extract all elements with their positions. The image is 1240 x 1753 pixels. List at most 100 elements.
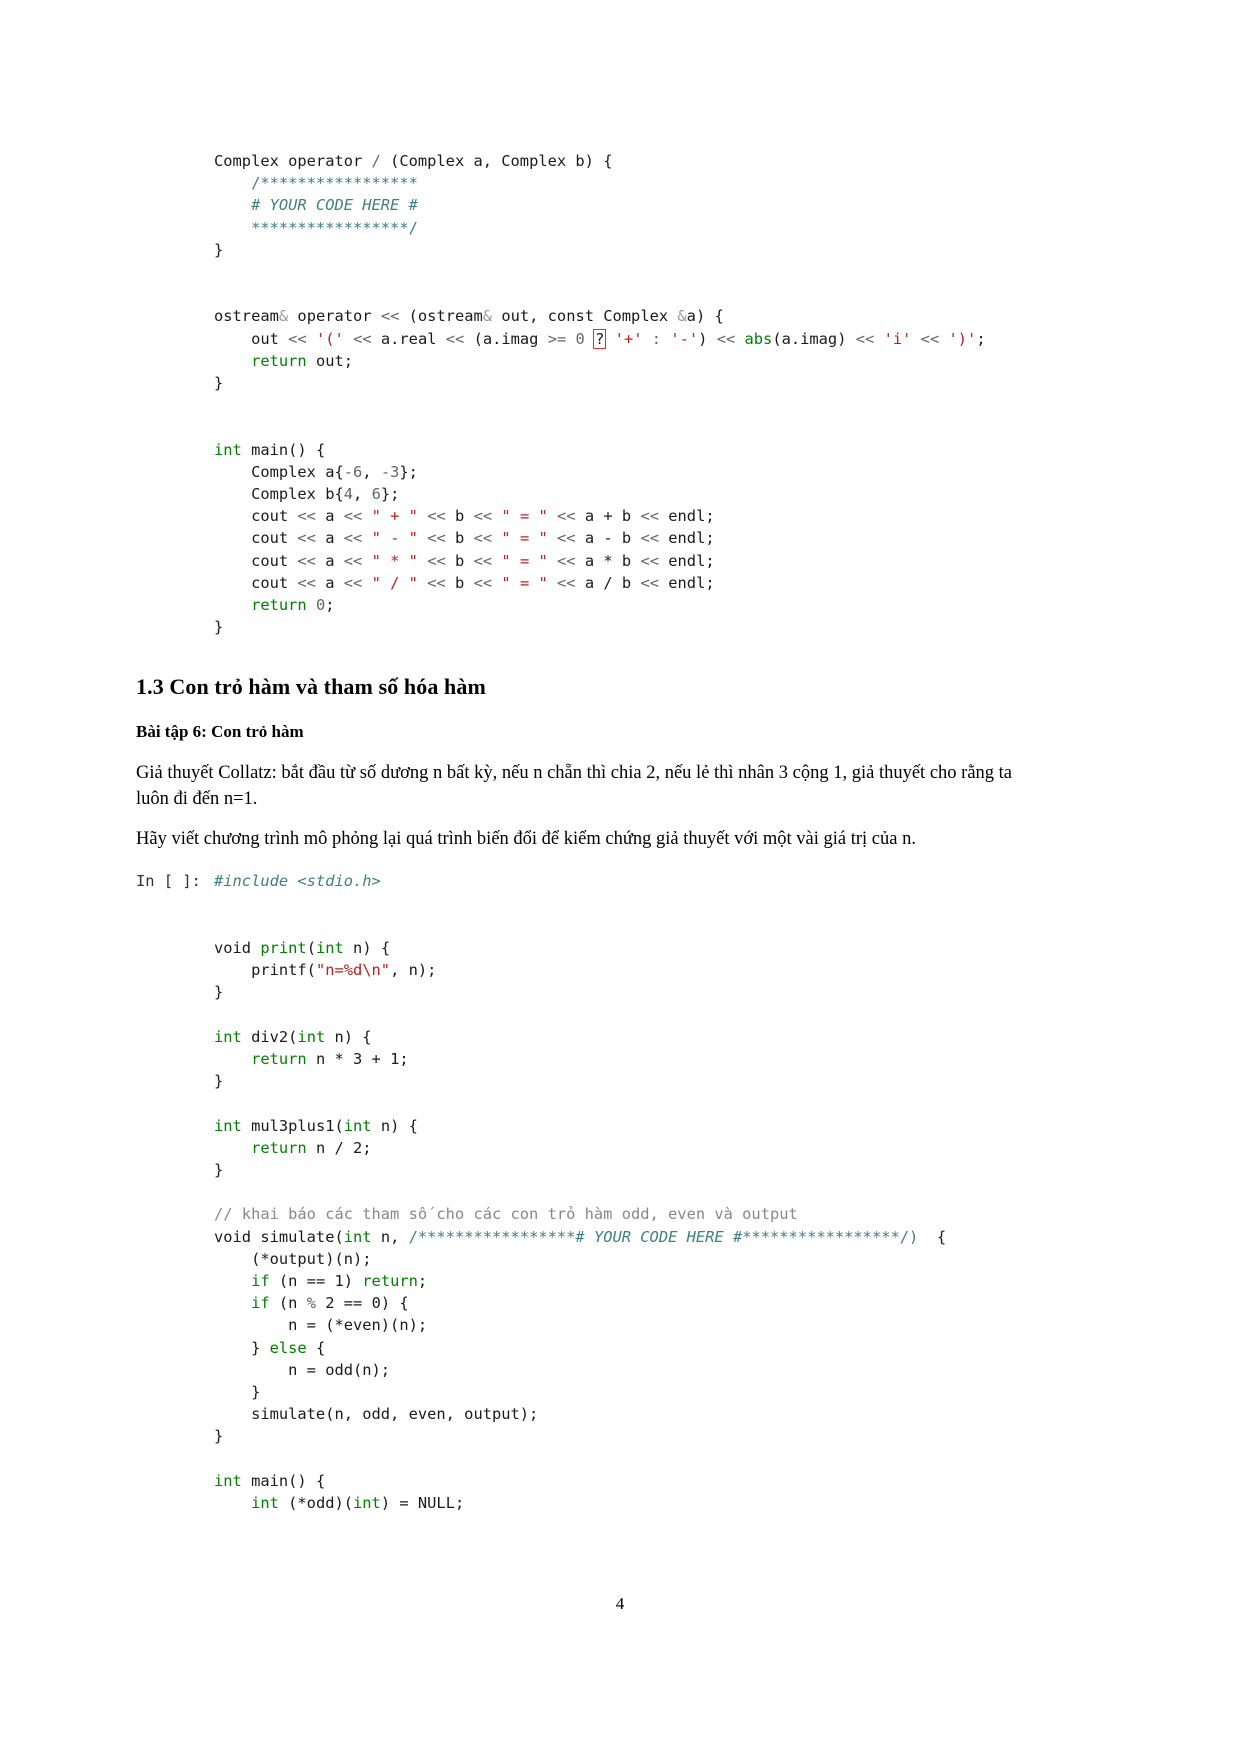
code-line-recurse: simulate(n, odd, even, output); <box>214 1405 539 1424</box>
string-literal-operator: " * " <box>371 551 418 570</box>
code-text: endl; <box>659 529 715 548</box>
code-text: mul3plus1( <box>241 1116 344 1135</box>
include-directive: #include <stdio.h> <box>214 872 381 891</box>
vertical-spacer <box>136 700 1048 722</box>
keyword-int: int <box>214 1027 242 1046</box>
cell-source-code[interactable]: #include <stdio.h> <box>214 870 381 892</box>
string-literal-equals: " = " <box>501 507 548 526</box>
shift-operator: << <box>343 551 363 570</box>
char-literal-i: 'i' <box>883 329 912 348</box>
code-line-close-if: } <box>214 1383 261 1402</box>
shift-operator: << <box>473 573 493 592</box>
comment-your-code-here: # YOUR CODE HERE # <box>575 1227 743 1246</box>
string-literal-operator: " + " <box>371 507 418 526</box>
notebook-input-cell[interactable]: In [ ]: #include <stdio.h> <box>136 870 1048 892</box>
keyword-return: return <box>214 1138 307 1157</box>
keyword-int: int <box>343 1116 372 1135</box>
code-text: , n); <box>390 961 437 980</box>
shift-operator: << <box>297 551 316 570</box>
cell-prompt-label: In [ ]: <box>136 872 201 891</box>
code-text: 2 == 0) { <box>315 1294 409 1313</box>
code-text: { <box>306 1338 326 1357</box>
code-line-div2-return: return n * 3 + 1; <box>214 1050 409 1068</box>
code-text: ostream <box>214 307 279 326</box>
keyword-if: if <box>214 1272 270 1291</box>
modulo-operator: % <box>306 1294 316 1313</box>
shift-operator: << <box>445 329 465 348</box>
code-gap <box>136 416 1048 438</box>
paragraph-task-description: Hãy viết chương trình mô phỏng lại quá t… <box>136 829 916 850</box>
shift-operator: << <box>343 529 363 548</box>
shift-operator: << <box>920 329 940 348</box>
code-text: (a.imag) <box>772 329 847 348</box>
vertical-spacer <box>136 742 1048 760</box>
code-block-operator-divide: Complex operator / (Complex a, Complex b… <box>214 150 1048 261</box>
function-print: print <box>260 938 307 957</box>
code-close-brace: } <box>214 1427 224 1446</box>
shift-operator: << <box>557 551 576 570</box>
keyword-int: int <box>214 1494 279 1513</box>
code-gap <box>136 893 1048 915</box>
code-block-main-complex: int main() { Complex a{-6, -3}; Complex … <box>214 439 1048 639</box>
code-text: { <box>918 1227 947 1246</box>
code-text: (a.imag <box>473 329 548 348</box>
string-literal-equals: " = " <box>501 573 548 592</box>
comment-stars-close: *****************/ <box>214 218 418 237</box>
code-gap <box>136 915 1048 937</box>
number-literal: 0 <box>315 596 326 614</box>
shift-operator: << <box>427 573 446 592</box>
shift-operator: << <box>557 507 576 526</box>
code-line-main-sig: int main() { <box>214 1472 325 1490</box>
code-text: div2( <box>241 1027 298 1046</box>
code-text: (n <box>269 1294 307 1313</box>
code-text: , <box>362 462 381 481</box>
keyword-int: int <box>214 1116 242 1135</box>
code-block-ostream-operator: ostream& operator << (ostream& out, cons… <box>214 305 1048 394</box>
code-close-brace: } <box>214 240 224 259</box>
keyword-int: int <box>353 1494 381 1513</box>
function-abs: abs <box>744 329 773 348</box>
page-content: Complex operator / (Complex a, Complex b… <box>136 150 1048 1514</box>
keyword-int: int <box>214 440 242 459</box>
comment-stars-open: /***************** <box>214 174 418 193</box>
exercise-heading: Bài tập 6: Con trỏ hàm <box>136 722 304 742</box>
char-literal-plus: '+' <box>614 329 643 348</box>
code-text: n) { <box>325 1027 372 1046</box>
shift-operator: << <box>640 529 659 548</box>
code-line-decl-a: Complex a{-6, -3}; <box>214 463 418 481</box>
code-line-output-call: (*output)(n); <box>214 1249 372 1268</box>
code-line-cout: cout << a << " - " << b << " = " << a - … <box>214 529 715 547</box>
code-line-cout: cout << a << " / " << b << " = " << a / … <box>214 574 715 592</box>
vertical-spacer <box>136 852 1048 870</box>
keyword-return: return <box>214 596 307 614</box>
shift-operator: << <box>473 507 493 526</box>
code-line-if-1: if (n == 1) return; <box>214 1272 427 1290</box>
code-text: b <box>445 551 474 570</box>
comment-stars-open: /***************** <box>408 1227 576 1246</box>
char-literal-minus: '-' <box>670 329 699 348</box>
comment-your-code-here: # YOUR CODE HERE # <box>214 196 418 215</box>
code-close-brace: } <box>214 1072 224 1091</box>
code-close-brace: } <box>214 618 224 637</box>
code-line-div2-sig: int div2(int n) { <box>214 1028 372 1046</box>
code-gap <box>136 394 1048 416</box>
document-page: Complex operator / (Complex a, Complex b… <box>0 0 1240 1753</box>
code-text: ; <box>417 1272 428 1291</box>
code-line: Complex operator / (Complex a, Complex b… <box>214 152 612 170</box>
code-line-cout: cout << a << " * " << b << " = " << a * … <box>214 552 715 570</box>
code-line-even-assign: n = (*even)(n); <box>214 1316 428 1335</box>
ternary-colon: : <box>651 329 662 348</box>
code-text: n) { <box>371 1116 418 1135</box>
page-number: 4 <box>615 1594 625 1613</box>
code-text: out, const Complex <box>492 307 678 326</box>
code-expression: a / b <box>575 573 641 592</box>
highlighted-question-mark: ? <box>593 328 607 349</box>
code-gap <box>136 261 1048 283</box>
string-literal: "n=%d\n" <box>315 961 391 980</box>
